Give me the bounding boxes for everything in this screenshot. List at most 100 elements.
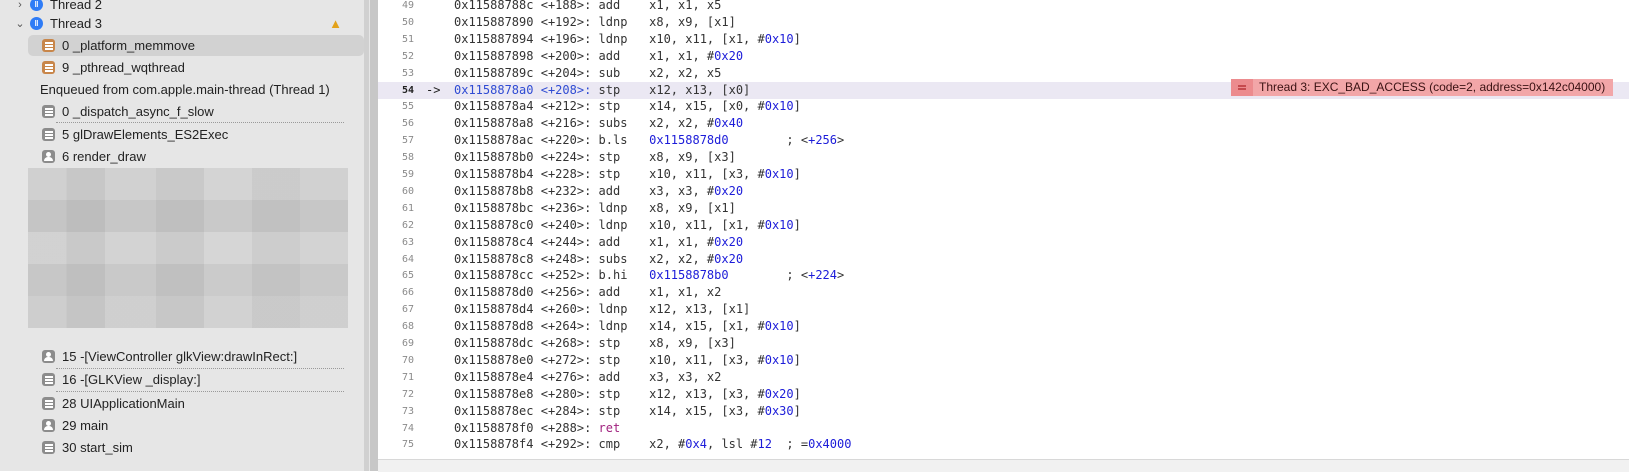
debug-navigator: › ‖ Thread 2 ⌄ ‖ Thread 3 ▲ 0 _platform_… xyxy=(0,0,370,471)
offset: <+276>: xyxy=(540,369,592,384)
frame-icon xyxy=(42,441,55,454)
asm-line[interactable]: 59 0x1158878b4 <+228>: stp x10, x11, [x3,… xyxy=(378,166,1629,183)
offset: <+256>: xyxy=(540,285,592,300)
offset: <+244>: xyxy=(540,234,592,249)
frame-label: 0 _platform_memmove xyxy=(62,38,195,53)
branch-target: 0x1158878b0 xyxy=(649,268,729,283)
frame-row-16[interactable]: 16 -[GLKView _display:] xyxy=(0,369,201,390)
frame-row-15[interactable]: 15 -[ViewController glkView:drawInRect:] xyxy=(0,346,297,367)
asm-line[interactable]: 60 0x1158878b8 <+232>: add x3, x3, #0x20 xyxy=(378,183,1629,200)
immediate: 0x40 xyxy=(714,116,744,131)
operands: x2, x2, # xyxy=(649,116,715,131)
user-icon xyxy=(42,350,55,363)
debug-bar xyxy=(378,459,1629,472)
asm-line[interactable]: 61 0x1158878bc <+236>: ldnp x8, x9, [x1] xyxy=(378,200,1629,217)
frame-row-29[interactable]: 29 main xyxy=(0,415,108,436)
offset: <+248>: xyxy=(540,251,592,266)
instruction: 0x1158878e8 <+280>: stp x12, x13, [x3, #… xyxy=(454,386,801,403)
navigator-scrollbar[interactable] xyxy=(364,0,369,471)
offset: <+224>: xyxy=(540,150,592,165)
mnemonic: b.ls xyxy=(598,133,628,148)
immediate: 0x10 xyxy=(764,217,794,232)
offset: <+260>: xyxy=(540,302,592,317)
line-number: 61 xyxy=(401,202,414,214)
offset: <+220>: xyxy=(540,133,592,148)
mnemonic: ldnp xyxy=(598,200,628,215)
asm-line[interactable]: 67 0x1158878d4 <+260>: ldnp x12, x13, [x1… xyxy=(378,301,1629,318)
asm-line[interactable]: 55 0x1158878a4 <+212>: stp x14, x15, [x0,… xyxy=(378,98,1629,115)
operand-tail: ] xyxy=(793,352,801,367)
disassembly-view[interactable]: 49 0x11588788c <+188>: add x1, x1, x5 50 0x… xyxy=(378,0,1629,471)
address: 0x11588789c xyxy=(454,65,534,80)
frame-row-e0[interactable]: 0 _dispatch_async_f_slow xyxy=(0,101,214,122)
asm-line[interactable]: 52 0x115887898 <+200>: add x1, x1, #0x20 xyxy=(378,48,1629,65)
address: 0x1158878a4 xyxy=(454,99,534,114)
chevron-right-icon[interactable]: › xyxy=(14,0,26,11)
asm-line[interactable]: 72 0x1158878e8 <+280>: stp x12, x13, [x3,… xyxy=(378,386,1629,403)
asm-line[interactable]: 70 0x1158878e0 <+272>: stp x10, x11, [x3,… xyxy=(378,352,1629,369)
address: 0x1158878f0 xyxy=(454,420,534,435)
mnemonic: add xyxy=(598,234,621,249)
address: 0x1158878c0 xyxy=(454,217,534,232)
operands: x10, x11, [x1, # xyxy=(649,217,765,232)
operands: x3, x3, x2 xyxy=(649,369,722,384)
operands: x3, x3, # xyxy=(649,183,715,198)
chevron-down-icon[interactable]: ⌄ xyxy=(14,17,26,30)
frame-row-28[interactable]: 28 UIApplicationMain xyxy=(0,393,185,414)
asm-line[interactable]: 57 0x1158878ac <+220>: b.ls 0x1158878d0 ;… xyxy=(378,132,1629,149)
frame-label: 15 -[ViewController glkView:drawInRect:] xyxy=(62,349,298,364)
mnemonic: ldnp xyxy=(598,217,628,232)
frame-row-0[interactable]: 0 _platform_memmove xyxy=(28,35,364,56)
address: 0x1158878d4 xyxy=(454,302,534,317)
asm-line[interactable]: 66 0x1158878d0 <+256>: add x1, x1, x2 xyxy=(378,284,1629,301)
line-number: 54 xyxy=(401,84,414,96)
asm-line[interactable]: 51 0x115887894 <+196>: ldnp x10, x11, [x1… xyxy=(378,31,1629,48)
operand-tail: ] xyxy=(793,31,801,46)
asm-line[interactable]: 58 0x1158878b0 <+224>: stp x8, x9, [x3] xyxy=(378,149,1629,166)
frame-row-30[interactable]: 30 start_sim xyxy=(0,437,133,458)
line-number: 51 xyxy=(401,33,414,45)
offset: <+268>: xyxy=(540,336,592,350)
asm-line[interactable]: 73 0x1158878ec <+284>: stp x14, x15, [x3,… xyxy=(378,403,1629,420)
line-number: 73 xyxy=(401,405,414,417)
asm-line[interactable]: 56 0x1158878a8 <+216>: subs x2, x2, #0x40 xyxy=(378,115,1629,132)
address: 0x1158878e0 xyxy=(454,352,534,367)
instruction: 0x1158878e4 <+276>: add x3, x3, x2 xyxy=(454,369,721,386)
address: 0x1158878d8 xyxy=(454,319,534,334)
asm-line[interactable]: 65 0x1158878cc <+252>: b.hi 0x1158878b0 ;… xyxy=(378,267,1629,284)
comment-value: +224 xyxy=(808,268,837,283)
frame-icon xyxy=(42,39,55,52)
line-number: 56 xyxy=(401,118,414,130)
asm-line[interactable]: 49 0x11588788c <+188>: add x1, x1, x5 xyxy=(378,0,1629,14)
frame-row-9[interactable]: 9 _pthread_wqthread xyxy=(0,57,185,78)
operands: x10, x11, [x3, # xyxy=(649,167,765,181)
asm-line[interactable]: 63 0x1158878c4 <+244>: add x1, x1, #0x20 xyxy=(378,234,1629,251)
offset: <+204>: xyxy=(540,65,592,80)
split-divider[interactable] xyxy=(370,0,378,471)
instruction: 0x1158878dc <+268>: stp x8, x9, [x3] xyxy=(454,335,736,352)
thread-row-3[interactable]: ⌄ ‖ Thread 3 ▲ xyxy=(0,13,370,34)
offset: <+212>: xyxy=(540,99,592,114)
asm-line[interactable]: 71 0x1158878e4 <+276>: add x3, x3, x2 xyxy=(378,369,1629,386)
operands: x12, x13, [x1] xyxy=(649,302,751,317)
asm-line[interactable]: 62 0x1158878c0 <+240>: ldnp x10, x11, [x1… xyxy=(378,217,1629,234)
asm-line[interactable]: 50 0x115887890 <+192>: ldnp x8, x9, [x1] xyxy=(378,14,1629,31)
instruction: 0x1158878b4 <+228>: stp x10, x11, [x3, #… xyxy=(454,166,801,183)
asm-line[interactable]: 68 0x1158878d8 <+264>: ldnp x14, x15, [x1… xyxy=(378,318,1629,335)
address: 0x1158878ec xyxy=(454,403,534,418)
line-number: 74 xyxy=(401,422,414,434)
frame-row-e6[interactable]: 6 render_draw xyxy=(0,146,146,167)
comment: ; < xyxy=(786,133,809,148)
asm-line[interactable]: 69 0x1158878dc <+268>: stp x8, x9, [x3] xyxy=(378,335,1629,352)
mnemonic: stp xyxy=(598,99,621,114)
line-number: 65 xyxy=(401,270,414,282)
exception-banner[interactable]: Thread 3: EXC_BAD_ACCESS (code=2, addres… xyxy=(1231,79,1614,96)
line-number: 72 xyxy=(401,388,414,400)
operands: x12, x13, [x0] xyxy=(649,82,751,97)
asm-line[interactable]: 75 0x1158878f4 <+292>: cmp x2, #0x4, lsl … xyxy=(378,436,1629,453)
asm-line[interactable]: 74 0x1158878f0 <+288>: ret xyxy=(378,420,1629,437)
asm-line[interactable]: 64 0x1158878c8 <+248>: subs x2, x2, #0x20 xyxy=(378,251,1629,268)
frame-row-e5[interactable]: 5 glDrawElements_ES2Exec xyxy=(0,124,228,145)
immediate: 0x10 xyxy=(764,99,794,114)
address: 0x115887898 xyxy=(454,48,534,63)
